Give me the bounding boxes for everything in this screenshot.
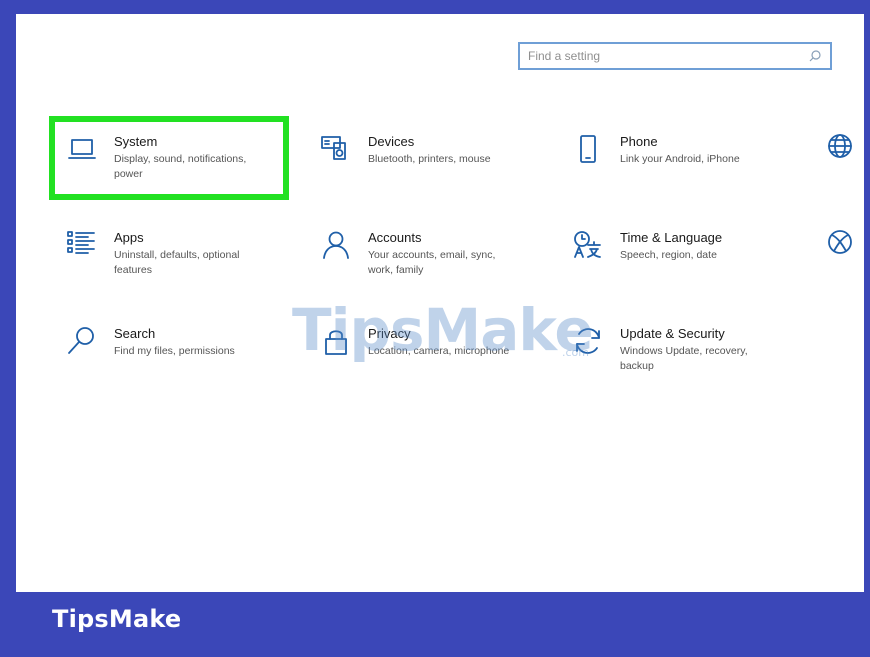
footer-banner: TipsMake — [0, 592, 870, 657]
phone-icon — [572, 134, 604, 166]
search-settings-box[interactable] — [518, 42, 832, 70]
tile-description: Uninstall, defaults, optional features — [114, 249, 240, 276]
search-input[interactable] — [528, 48, 798, 64]
tile-privacy[interactable]: Privacy Location, camera, microphone — [320, 326, 550, 386]
tile-description: Windows Update, recovery, backup — [620, 345, 748, 372]
devices-icon — [320, 134, 352, 166]
tile-description: Link your Android, iPhone — [620, 153, 740, 165]
tile-description: Find my files, permissions — [114, 345, 235, 357]
tile-accounts[interactable]: Accounts Your accounts, email, sync, wor… — [320, 230, 550, 290]
tile-description: Location, camera, microphone — [368, 345, 510, 357]
search-icon[interactable] — [808, 49, 822, 63]
lock-icon — [320, 326, 352, 358]
tile-time-language[interactable]: Time & Language Speech, region, date — [572, 230, 802, 290]
tile-title: Time & Language — [620, 230, 723, 245]
frame-right-border — [864, 0, 870, 600]
tile-system[interactable]: System Display, sound, notifications, po… — [66, 134, 296, 194]
xbox-icon — [824, 230, 856, 262]
tile-update-security[interactable]: Update & Security Windows Update, recove… — [572, 326, 802, 386]
tile-gaming-partial[interactable] — [824, 230, 864, 290]
tile-title: Accounts — [368, 230, 422, 245]
tile-phone[interactable]: Phone Link your Android, iPhone — [572, 134, 802, 194]
frame-top-border — [0, 0, 870, 14]
tile-apps[interactable]: Apps Uninstall, defaults, optional featu… — [66, 230, 296, 290]
tile-title: System — [114, 134, 158, 149]
sync-arrows-icon — [572, 326, 604, 358]
apps-list-icon — [66, 230, 98, 262]
tile-network-partial[interactable] — [824, 134, 864, 194]
tile-description: Display, sound, notifications, power — [114, 153, 247, 180]
tile-description: Your accounts, email, sync, work, family — [368, 249, 496, 276]
footer-brand-text: TipsMake — [52, 605, 182, 633]
magnifier-icon — [66, 326, 98, 358]
tile-title: Phone — [620, 134, 658, 149]
tile-title: Search — [114, 326, 156, 341]
time-language-icon — [572, 230, 604, 262]
tile-description: Speech, region, date — [620, 249, 717, 261]
tile-title: Update & Security — [620, 326, 725, 341]
tile-description: Bluetooth, printers, mouse — [368, 153, 491, 165]
tile-title: Apps — [114, 230, 144, 245]
frame-left-border — [0, 0, 16, 600]
tile-title: Devices — [368, 134, 415, 149]
tile-title: Privacy — [368, 326, 411, 341]
person-icon — [320, 230, 352, 262]
tile-devices[interactable]: Devices Bluetooth, printers, mouse — [320, 134, 550, 194]
globe-icon — [824, 134, 856, 166]
tile-search[interactable]: Search Find my files, permissions — [66, 326, 296, 386]
laptop-icon — [66, 134, 98, 166]
